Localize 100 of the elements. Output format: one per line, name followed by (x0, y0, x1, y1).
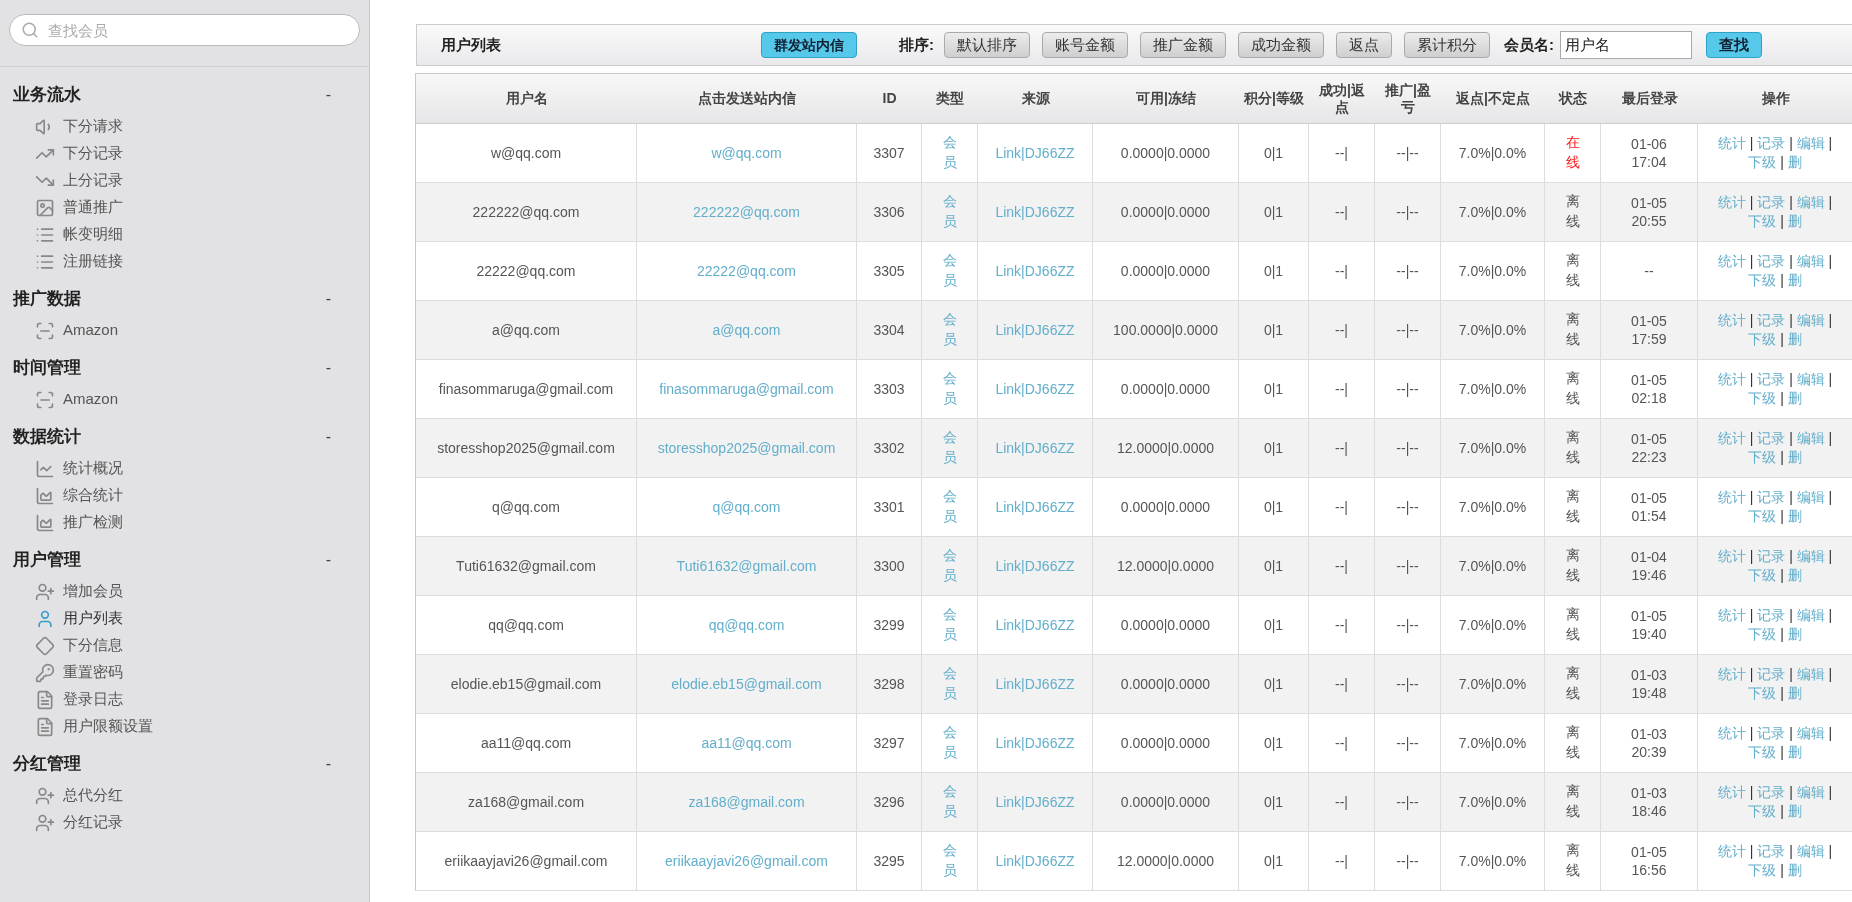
action-link[interactable]: 统计 (1717, 489, 1746, 506)
sidebar-item[interactable]: 上分记录 (13, 167, 356, 194)
action-link[interactable]: 记录 (1757, 489, 1786, 506)
type-link[interactable]: 会员 (942, 192, 957, 232)
action-link[interactable]: 删 (1787, 154, 1802, 170)
action-link[interactable]: 统计 (1717, 843, 1746, 860)
member-name-field[interactable]: 用户名 (1560, 31, 1692, 59)
sidebar-item[interactable]: 下分信息 (13, 632, 356, 659)
message-link[interactable]: 22222@qq.com (696, 260, 797, 282)
action-link[interactable]: 记录 (1757, 725, 1786, 742)
action-link[interactable]: 编辑 (1796, 843, 1825, 860)
message-link[interactable]: 222222@qq.com (693, 201, 800, 223)
source-link[interactable]: Link|DJ66ZZ (995, 732, 1075, 754)
source-link[interactable]: Link|DJ66ZZ (995, 614, 1075, 636)
message-link[interactable]: finasommaruga@gmail.com (659, 378, 834, 400)
action-link[interactable]: 编辑 (1796, 312, 1825, 329)
action-link[interactable]: 记录 (1757, 194, 1786, 211)
action-link[interactable]: 统计 (1717, 430, 1746, 447)
message-link[interactable]: q@qq.com (712, 496, 781, 518)
action-link[interactable]: 下级 (1748, 626, 1777, 642)
type-link[interactable]: 会员 (942, 133, 957, 173)
message-link[interactable]: a@qq.com (712, 319, 781, 341)
action-link[interactable]: 下级 (1748, 390, 1777, 406)
source-link[interactable]: Link|DJ66ZZ (995, 673, 1075, 695)
action-link[interactable]: 编辑 (1796, 725, 1825, 742)
type-link[interactable]: 会员 (942, 841, 957, 881)
source-link[interactable]: Link|DJ66ZZ (995, 850, 1075, 872)
action-link[interactable]: 统计 (1717, 312, 1746, 329)
source-link[interactable]: Link|DJ66ZZ (995, 555, 1075, 577)
message-link[interactable]: aa11@qq.com (701, 732, 792, 754)
type-link[interactable]: 会员 (942, 487, 957, 527)
message-link[interactable]: qq@qq.com (708, 614, 785, 636)
action-link[interactable]: 编辑 (1796, 489, 1825, 506)
action-link[interactable]: 记录 (1757, 312, 1786, 329)
action-link[interactable]: 记录 (1757, 607, 1786, 624)
source-link[interactable]: Link|DJ66ZZ (995, 142, 1075, 164)
action-link[interactable]: 统计 (1717, 666, 1746, 683)
message-link[interactable]: storesshop2025@gmail.com (657, 437, 836, 459)
type-link[interactable]: 会员 (942, 428, 957, 468)
action-link[interactable]: 统计 (1717, 784, 1746, 801)
sidebar-item[interactable]: 分红记录 (13, 809, 356, 836)
action-link[interactable]: 记录 (1757, 784, 1786, 801)
sidebar-item[interactable]: Amazon (13, 386, 356, 413)
action-link[interactable]: 下级 (1748, 803, 1777, 819)
type-link[interactable]: 会员 (942, 782, 957, 822)
collapse-toggle[interactable]: - (325, 287, 331, 311)
sidebar-item[interactable]: Amazon (13, 317, 356, 344)
sort-button[interactable]: 默认排序 (944, 32, 1030, 58)
sidebar-item[interactable]: 登录日志 (13, 686, 356, 713)
action-link[interactable]: 记录 (1757, 666, 1786, 683)
action-link[interactable]: 统计 (1717, 135, 1746, 152)
source-link[interactable]: Link|DJ66ZZ (995, 496, 1075, 518)
sort-button[interactable]: 账号金额 (1042, 32, 1128, 58)
message-link[interactable]: eriikaayjavi26@gmail.com (665, 850, 828, 872)
action-link[interactable]: 编辑 (1796, 371, 1825, 388)
sidebar-item[interactable]: 下分请求 (13, 113, 356, 140)
action-link[interactable]: 编辑 (1796, 194, 1825, 211)
sort-button[interactable]: 累计积分 (1404, 32, 1490, 58)
action-link[interactable]: 编辑 (1796, 784, 1825, 801)
type-link[interactable]: 会员 (942, 251, 957, 291)
type-link[interactable]: 会员 (942, 605, 957, 645)
type-link[interactable]: 会员 (942, 369, 957, 409)
sidebar-item[interactable]: 注册链接 (13, 248, 356, 275)
type-link[interactable]: 会员 (942, 664, 957, 704)
action-link[interactable]: 下级 (1748, 331, 1777, 347)
action-link[interactable]: 编辑 (1796, 430, 1825, 447)
sidebar-item[interactable]: 推广检测 (13, 509, 356, 536)
action-link[interactable]: 删 (1787, 862, 1802, 878)
action-link[interactable]: 删 (1787, 744, 1802, 760)
action-link[interactable]: 下级 (1748, 862, 1777, 878)
sidebar-item[interactable]: 重置密码 (13, 659, 356, 686)
type-link[interactable]: 会员 (942, 310, 957, 350)
message-link[interactable]: za168@gmail.com (688, 791, 805, 813)
action-link[interactable]: 删 (1787, 626, 1802, 642)
action-link[interactable]: 删 (1787, 390, 1802, 406)
action-link[interactable]: 下级 (1748, 213, 1777, 229)
action-link[interactable]: 编辑 (1796, 607, 1825, 624)
action-link[interactable]: 记录 (1757, 371, 1786, 388)
collapse-toggle[interactable]: - (325, 356, 331, 380)
action-link[interactable]: 统计 (1717, 371, 1746, 388)
broadcast-button[interactable]: 群发站内信 (761, 32, 857, 58)
type-link[interactable]: 会员 (942, 723, 957, 763)
sidebar-item[interactable]: 下分记录 (13, 140, 356, 167)
sidebar-item[interactable]: 统计概况 (13, 455, 356, 482)
sidebar-item[interactable]: 帐变明细 (13, 221, 356, 248)
sort-button[interactable]: 返点 (1336, 32, 1392, 58)
action-link[interactable]: 删 (1787, 449, 1802, 465)
action-link[interactable]: 记录 (1757, 253, 1786, 270)
source-link[interactable]: Link|DJ66ZZ (995, 201, 1075, 223)
sidebar-item[interactable]: 综合统计 (13, 482, 356, 509)
message-link[interactable]: w@qq.com (711, 142, 782, 164)
action-link[interactable]: 删 (1787, 567, 1802, 583)
action-link[interactable]: 统计 (1717, 725, 1746, 742)
action-link[interactable]: 统计 (1717, 194, 1746, 211)
action-link[interactable]: 记录 (1757, 548, 1786, 565)
sidebar-item[interactable]: 增加会员 (13, 578, 356, 605)
action-link[interactable]: 编辑 (1796, 548, 1825, 565)
action-link[interactable]: 删 (1787, 213, 1802, 229)
source-link[interactable]: Link|DJ66ZZ (995, 260, 1075, 282)
sort-button[interactable]: 成功金额 (1238, 32, 1324, 58)
